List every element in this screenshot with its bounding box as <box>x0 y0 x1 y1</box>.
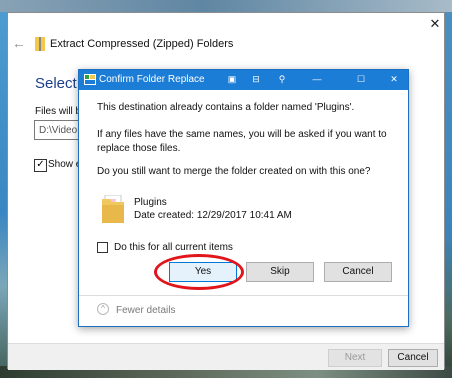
back-arrow-icon[interactable]: ← <box>12 35 26 51</box>
folder-icon <box>102 195 124 223</box>
pin-icon[interactable]: ⚲ <box>275 72 289 86</box>
dialog-close-icon[interactable]: ✕ <box>387 72 401 86</box>
wizard-footer: Next Cancel <box>8 343 444 370</box>
highlight-annotation <box>154 254 244 290</box>
folder-name: Plugins <box>134 197 167 208</box>
message-merge-question: Do you still want to merge the folder cr… <box>97 166 371 177</box>
folder-date: Date created: 12/29/2017 10:41 AM <box>134 210 292 221</box>
dialog-titlebar: Confirm Folder Replace ▣ ⊟ ⚲ — ☐ ✕ <box>79 70 408 90</box>
message-destination: This destination already contains a fold… <box>97 102 355 113</box>
zip-folder-icon <box>35 37 45 51</box>
network-icon[interactable]: ⊟ <box>249 72 263 86</box>
window-layout-icon[interactable]: ▣ <box>225 72 239 86</box>
wallpaper-right <box>445 12 452 378</box>
dialog-title: Confirm Folder Replace <box>99 74 205 85</box>
divider <box>79 295 408 296</box>
wizard-title: Extract Compressed (Zipped) Folders <box>50 38 234 50</box>
dialog-body: This destination already contains a fold… <box>79 90 408 318</box>
maximize-icon[interactable]: ☐ <box>354 72 368 86</box>
confirm-folder-replace-dialog: Confirm Folder Replace ▣ ⊟ ⚲ — ☐ ✕ This … <box>78 69 409 327</box>
dialog-cancel-button[interactable]: Cancel <box>324 262 392 282</box>
message-replace-info: If any files have the same names, you wi… <box>97 129 387 154</box>
all-items-checkbox[interactable] <box>97 242 108 253</box>
show-files-label: Show e <box>48 159 82 170</box>
fewer-details-link[interactable]: Fewer details <box>116 305 175 316</box>
wallpaper-top <box>0 0 452 12</box>
minimize-icon[interactable]: — <box>310 72 324 86</box>
chevron-up-icon[interactable]: ^ <box>97 303 109 315</box>
show-files-checkbox[interactable]: ✓ <box>34 159 47 172</box>
close-icon[interactable]: ✕ <box>427 16 443 32</box>
wizard-cancel-button[interactable]: Cancel <box>388 349 438 367</box>
next-button[interactable]: Next <box>328 349 382 367</box>
skip-button[interactable]: Skip <box>246 262 314 282</box>
app-icon <box>84 74 96 85</box>
all-items-label: Do this for all current items <box>114 242 233 253</box>
